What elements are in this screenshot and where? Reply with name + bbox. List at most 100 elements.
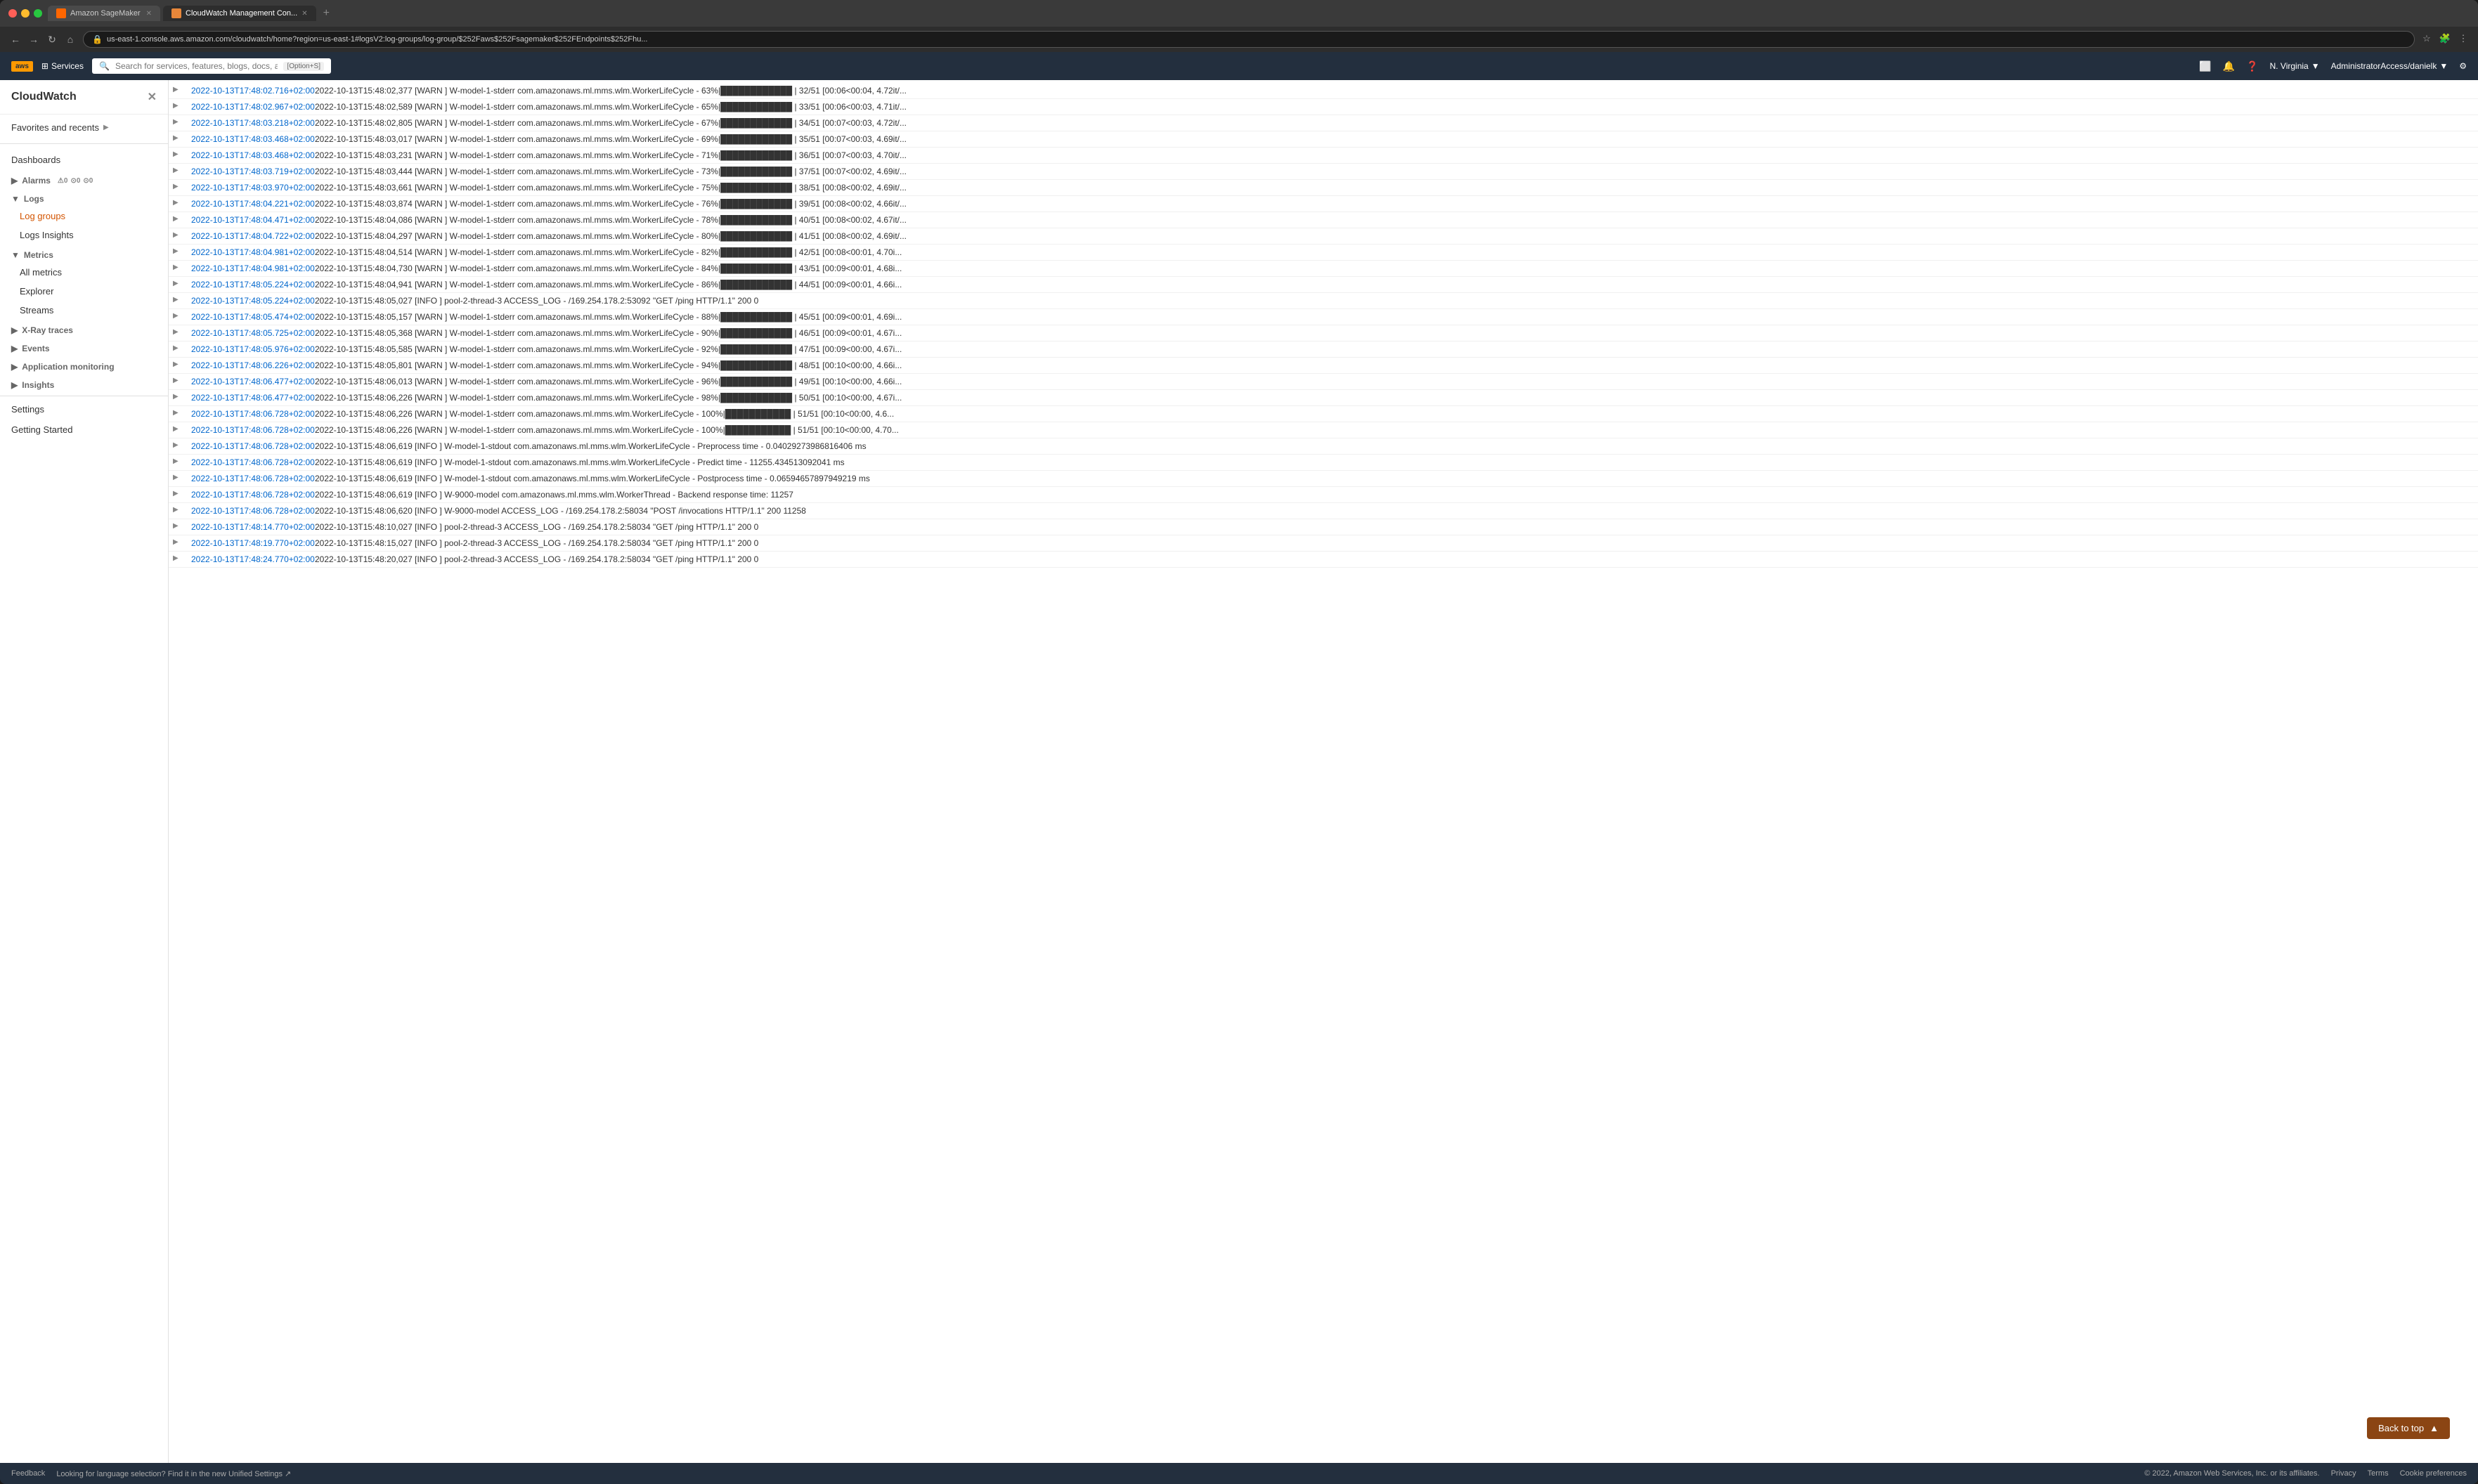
cloudwatch-favicon [171, 8, 181, 18]
extension-icon[interactable]: 🧩 [2439, 33, 2451, 46]
log-expand-icon[interactable]: ▶ [169, 149, 186, 160]
forward-button[interactable]: → [27, 34, 41, 46]
log-timestamp: 2022-10-13T17:48:03.218+02:00 [186, 117, 312, 129]
log-expand-icon[interactable]: ▶ [169, 343, 186, 353]
log-expand-icon[interactable]: ▶ [169, 133, 186, 143]
bookmark-icon[interactable]: ☆ [2420, 33, 2433, 46]
log-message: 2022-10-13T15:48:04,086 [WARN ] W-model-… [312, 214, 2478, 226]
log-expand-icon[interactable]: ▶ [169, 117, 186, 127]
log-timestamp: 2022-10-13T17:48:24.770+02:00 [186, 553, 312, 566]
sidebar-item-dashboards[interactable]: Dashboards [0, 150, 168, 170]
settings-icon[interactable]: ⚙ [2459, 61, 2467, 71]
tabs-bar: Amazon SageMaker ✕ CloudWatch Management… [48, 6, 2470, 21]
log-timestamp: 2022-10-13T17:48:06.226+02:00 [186, 359, 312, 372]
sidebar-item-insights[interactable]: ▶ Insights [0, 375, 168, 393]
more-menu-icon[interactable]: ⋮ [2457, 33, 2470, 46]
log-expand-icon[interactable]: ▶ [169, 505, 186, 515]
services-button[interactable]: ⊞ Services [41, 61, 84, 71]
log-expand-icon[interactable]: ▶ [169, 181, 186, 192]
feedback-link[interactable]: Feedback [11, 1469, 45, 1478]
maximize-window-button[interactable] [34, 9, 42, 18]
tab-cloudwatch[interactable]: CloudWatch Management Con... ✕ [163, 6, 316, 21]
cookie-preferences-link[interactable]: Cookie preferences [2400, 1469, 2467, 1478]
log-expand-icon[interactable]: ▶ [169, 456, 186, 467]
log-expand-icon[interactable]: ▶ [169, 408, 186, 418]
services-label: Services [51, 61, 84, 71]
sidebar-item-app-monitoring[interactable]: ▶ Application monitoring [0, 356, 168, 375]
log-expand-icon[interactable]: ▶ [169, 311, 186, 321]
region-selector[interactable]: N. Virginia ▼ [2270, 61, 2320, 71]
streams-label: Streams [20, 305, 53, 315]
sidebar-item-logs-insights[interactable]: Logs Insights [0, 226, 168, 245]
sidebar-close-button[interactable]: ✕ [148, 90, 157, 104]
log-expand-icon[interactable]: ▶ [169, 488, 186, 499]
log-expand-icon[interactable]: ▶ [169, 262, 186, 273]
log-timestamp: 2022-10-13T17:48:06.728+02:00 [186, 456, 312, 469]
log-row: ▶2022-10-13T17:48:04.981+02:002022-10-13… [169, 245, 2478, 261]
url-bar[interactable]: 🔒 us-east-1.console.aws.amazon.com/cloud… [83, 31, 2415, 48]
log-expand-icon[interactable]: ▶ [169, 165, 186, 176]
log-expand-icon[interactable]: ▶ [169, 197, 186, 208]
tab-sagemaker[interactable]: Amazon SageMaker ✕ [48, 6, 160, 21]
sidebar-item-log-groups[interactable]: Log groups [0, 207, 168, 226]
log-expand-icon[interactable]: ▶ [169, 391, 186, 402]
close-window-button[interactable] [8, 9, 17, 18]
log-timestamp: 2022-10-13T17:48:06.728+02:00 [186, 440, 312, 453]
toolbar-icons: ☆ 🧩 ⋮ [2420, 33, 2470, 46]
log-expand-icon[interactable]: ▶ [169, 375, 186, 386]
notification-icon[interactable]: 🔔 [2223, 60, 2235, 72]
content-area: ▶2022-10-13T17:48:02.716+02:002022-10-13… [169, 80, 2478, 1463]
log-message: 2022-10-13T15:48:04,514 [WARN ] W-model-… [312, 246, 2478, 259]
sidebar-item-events[interactable]: ▶ Events [0, 338, 168, 356]
log-expand-icon[interactable]: ▶ [169, 246, 186, 256]
sidebar-item-settings[interactable]: Settings [0, 399, 168, 419]
footer: Feedback Looking for language selection?… [0, 1463, 2478, 1484]
log-expand-icon[interactable]: ▶ [169, 472, 186, 483]
sidebar-item-explorer[interactable]: Explorer [0, 282, 168, 301]
log-row: ▶2022-10-13T17:48:05.474+02:002022-10-13… [169, 309, 2478, 325]
unified-settings-link[interactable]: Unified Settings ↗ [228, 1470, 291, 1478]
log-expand-icon[interactable]: ▶ [169, 424, 186, 434]
help-icon[interactable]: ❓ [2246, 60, 2258, 72]
log-expand-icon[interactable]: ▶ [169, 440, 186, 450]
tab-cloudwatch-close[interactable]: ✕ [301, 10, 307, 18]
log-timestamp: 2022-10-13T17:48:03.719+02:00 [186, 165, 312, 178]
back-to-top-button[interactable]: Back to top ▲ [2367, 1417, 2450, 1439]
sidebar-item-logs[interactable]: ▼ Logs [0, 188, 168, 207]
log-expand-icon[interactable]: ▶ [169, 359, 186, 370]
all-metrics-label: All metrics [20, 267, 62, 278]
user-menu[interactable]: AdministratorAccess/danielk ▼ [2331, 61, 2448, 71]
log-expand-icon[interactable]: ▶ [169, 84, 186, 95]
tab-sagemaker-close[interactable]: ✕ [146, 10, 152, 18]
sidebar-item-favorites[interactable]: Favorites and recents ▶ [0, 117, 168, 138]
sidebar-item-getting-started[interactable]: Getting Started [0, 419, 168, 440]
log-expand-icon[interactable]: ▶ [169, 294, 186, 305]
log-expand-icon[interactable]: ▶ [169, 230, 186, 240]
log-expand-icon[interactable]: ▶ [169, 553, 186, 564]
aws-search-bar[interactable]: 🔍 [Option+S] [92, 58, 331, 74]
home-button[interactable]: ⌂ [63, 34, 77, 46]
search-input[interactable] [115, 61, 278, 71]
minimize-window-button[interactable] [21, 9, 30, 18]
log-row: ▶2022-10-13T17:48:06.728+02:002022-10-13… [169, 503, 2478, 519]
log-expand-icon[interactable]: ▶ [169, 327, 186, 337]
log-expand-icon[interactable]: ▶ [169, 278, 186, 289]
sidebar-item-all-metrics[interactable]: All metrics [0, 263, 168, 282]
sidebar-item-streams[interactable]: Streams [0, 301, 168, 320]
log-row: ▶2022-10-13T17:48:06.728+02:002022-10-13… [169, 455, 2478, 471]
back-button[interactable]: ← [8, 34, 22, 46]
log-expand-icon[interactable]: ▶ [169, 214, 186, 224]
privacy-link[interactable]: Privacy [2331, 1469, 2356, 1478]
sidebar-item-xray[interactable]: ▶ X-Ray traces [0, 320, 168, 338]
sidebar-item-metrics[interactable]: ▼ Metrics [0, 245, 168, 263]
log-expand-icon[interactable]: ▶ [169, 521, 186, 531]
new-tab-button[interactable]: + [319, 7, 334, 20]
refresh-button[interactable]: ↻ [45, 34, 59, 46]
log-timestamp: 2022-10-13T17:48:05.474+02:00 [186, 311, 312, 323]
log-expand-icon[interactable]: ▶ [169, 537, 186, 547]
user-label: AdministratorAccess/danielk [2331, 61, 2437, 71]
terms-link[interactable]: Terms [2368, 1469, 2389, 1478]
log-expand-icon[interactable]: ▶ [169, 100, 186, 111]
sidebar-item-alarms[interactable]: ▶ Alarms ⚠0 ⊙0 ⊙0 [0, 170, 168, 188]
screen-icon[interactable]: ⬜ [2199, 60, 2211, 72]
